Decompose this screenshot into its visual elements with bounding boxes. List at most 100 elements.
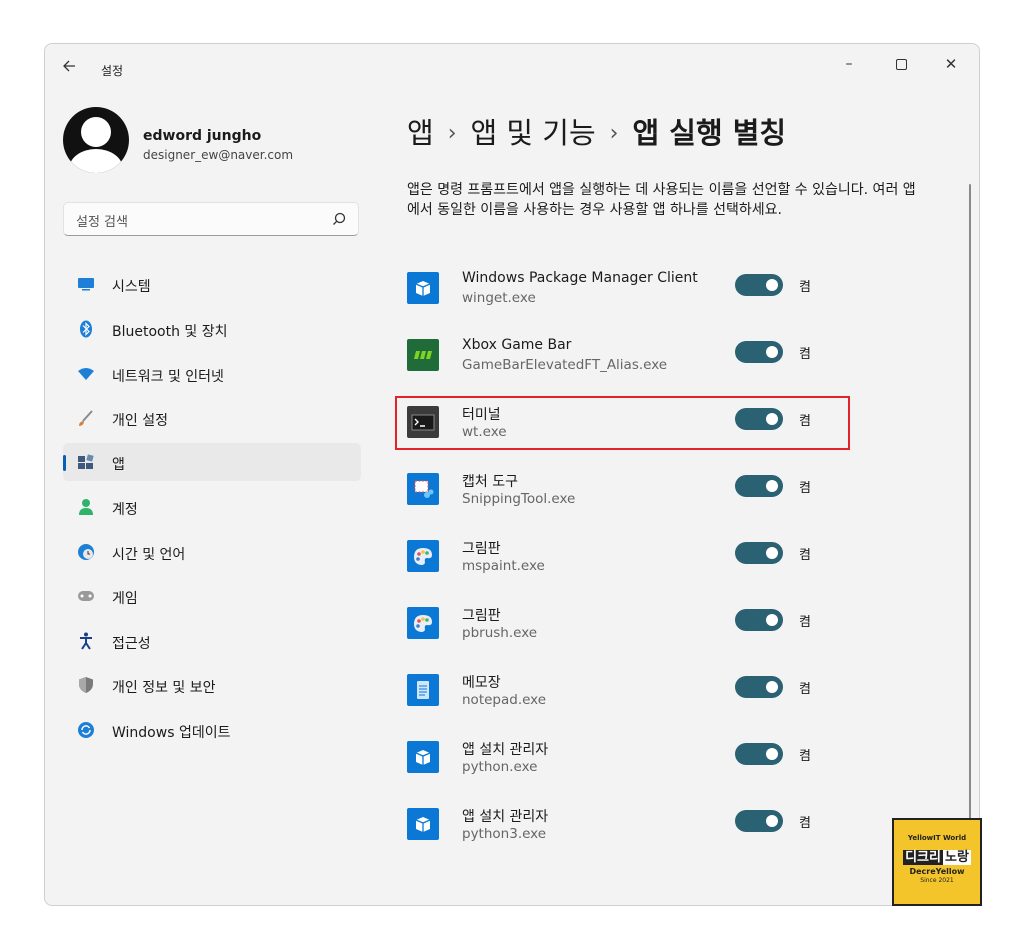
alias-exe: pbrush.exe [462,625,538,641]
sidebar-item-label: 시간 및 언어 [112,547,186,563]
alias-name: 앱 설치 관리자 [462,742,549,758]
watermark-line2b: 노랑 [942,850,971,865]
maximize-icon [895,58,907,70]
gamepad-icon [77,587,95,605]
watermark-line2: 디크리 노랑 [894,846,980,865]
sidebar-item-bluetooth[interactable]: Bluetooth 및 장치 [63,310,361,348]
alias-name: 그림판 [462,541,501,557]
alias-name: 그림판 [462,608,501,624]
alias-toggle[interactable] [735,475,783,497]
toggle-state: 켬 [799,682,811,697]
avatar-body [69,149,123,173]
toggle-state: 켬 [799,749,811,764]
watermark-line2a: 디크리 [903,850,943,865]
alias-name: Xbox Game Bar [462,337,572,353]
sidebar-item-label: 게임 [112,591,138,607]
close-button[interactable]: ✕ [931,52,971,76]
avatar-head [81,117,111,147]
scrollbar[interactable] [969,184,971,884]
toggle-knob [766,815,778,827]
alias-toggle[interactable] [735,542,783,564]
brush-icon [77,409,95,427]
sidebar-item-label: Bluetooth 및 장치 [112,324,228,340]
alias-row: 앱 설치 관리자 python.exe 켬 [407,735,827,795]
toggle-knob [766,480,778,492]
sidebar-item-time-language[interactable]: 시간 및 언어 [63,533,361,571]
sidebar-item-windows-update[interactable]: Windows 업데이트 [63,711,361,749]
alias-exe: winget.exe [462,290,536,306]
snipping-tool-icon [407,473,439,505]
avatar[interactable] [63,107,129,173]
sidebar-item-accessibility[interactable]: 접근성 [63,622,361,660]
sidebar-item-privacy[interactable]: 개인 정보 및 보안 [63,666,361,704]
alias-exe: python3.exe [462,826,547,842]
sidebar-item-network[interactable]: 네트워크 및 인터넷 [63,355,361,393]
chevron-right-icon: › [609,121,619,146]
window-title: 설정 [101,64,124,78]
alias-toggle[interactable] [735,810,783,832]
user-name: edword jungho [143,128,262,144]
alias-row: 그림판 pbrush.exe 켬 [407,601,827,661]
package-box-icon [407,808,439,840]
account-icon [77,498,95,516]
alias-toggle[interactable] [735,743,783,765]
package-box-icon [407,272,439,304]
update-icon [77,721,95,739]
alias-toggle[interactable] [735,341,783,363]
wifi-icon [77,365,95,383]
toggle-state: 켬 [799,615,811,630]
sidebar-item-accounts[interactable]: 계정 [63,488,361,526]
alias-toggle[interactable] [735,609,783,631]
sidebar-item-label: 시스템 [112,279,151,295]
game-bar-icon [407,339,439,371]
toggle-knob [766,346,778,358]
watermark-line4: Since 2021 [920,877,954,884]
active-indicator [63,455,66,471]
clock-globe-icon [77,543,95,561]
system-icon [77,275,95,293]
minimize-button[interactable]: – [829,52,869,76]
alias-toggle[interactable] [735,676,783,698]
alias-exe: notepad.exe [462,692,547,708]
breadcrumb: 앱 › 앱 및 기능 › 앱 실행 별칭 [407,110,786,152]
alias-name: Windows Package Manager Client [462,270,698,286]
alias-row: 메모장 notepad.exe 켬 [407,668,827,728]
alias-row: 캡처 도구 SnippingTool.exe 켬 [407,467,827,527]
alias-toggle[interactable] [735,274,783,296]
watermark-logo: YellowIT World 디크리 노랑 DecreYellow Since 2… [892,818,982,906]
notepad-icon [407,674,439,706]
toggle-state: 켬 [799,481,811,496]
paint-palette-icon [407,540,439,572]
toggle-knob [766,748,778,760]
alias-row: Windows Package Manager Client winget.ex… [407,266,827,326]
alias-row: 그림판 mspaint.exe 켬 [407,534,827,594]
bluetooth-icon [77,320,95,338]
breadcrumb-apps-features[interactable]: 앱 및 기능 [471,116,596,150]
chevron-right-icon: › [447,121,457,146]
back-button[interactable] [57,56,81,80]
watermark-line1: YellowIT World [907,834,967,842]
search-input[interactable]: 설정 검색 [63,202,359,236]
alias-exe: python.exe [462,759,538,775]
search-icon [333,212,346,225]
toggle-knob [766,614,778,626]
breadcrumb-apps[interactable]: 앱 [407,116,434,150]
alias-row: Xbox Game Bar GameBarElevatedFT_Alias.ex… [407,333,827,393]
apps-icon [77,453,95,471]
shield-icon [77,676,95,694]
sidebar-item-system[interactable]: 시스템 [63,265,361,303]
page-description: 앱은 명령 프롬프트에서 앱을 실행하는 데 사용되는 이름을 선언할 수 있습… [407,182,916,218]
settings-window: 설정 – ✕ edword jungho designer_ew@naver.c… [44,43,980,906]
accessibility-icon [77,632,95,650]
sidebar-item-label: 앱 [112,457,125,473]
sidebar-item-apps[interactable]: 앱 [63,443,361,481]
toggle-knob [766,279,778,291]
maximize-button[interactable] [881,52,921,76]
alias-exe: GameBarElevatedFT_Alias.exe [462,357,668,373]
sidebar-item-gaming[interactable]: 게임 [63,577,361,615]
sidebar-item-label: 계정 [112,502,138,518]
toggle-state: 켬 [799,347,811,362]
sidebar-item-personalization[interactable]: 개인 설정 [63,399,361,437]
alias-name: 앱 설치 관리자 [462,809,549,825]
sidebar-item-label: 개인 정보 및 보안 [112,680,216,696]
